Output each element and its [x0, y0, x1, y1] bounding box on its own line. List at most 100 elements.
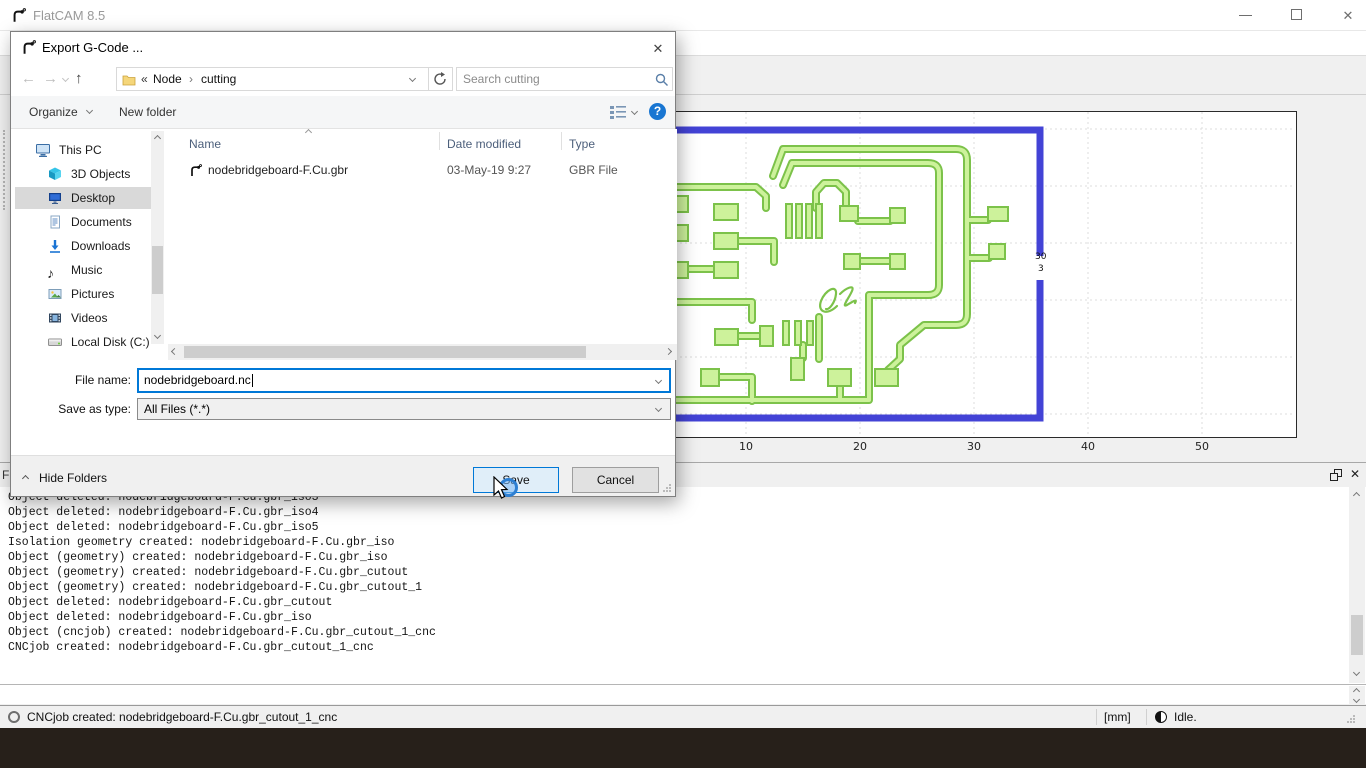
file-date-cell: 03-May-19 9:27: [447, 163, 532, 177]
file-row[interactable]: nodebridgeboard-F.Cu.gbr 03-May-19 9:27 …: [166, 161, 677, 181]
scroll-down-icon[interactable]: [153, 331, 162, 340]
console-line: Object deleted: nodebridgeboard-F.Cu.gbr…: [8, 611, 312, 624]
sidebar-item-pictures[interactable]: Pictures: [15, 283, 151, 305]
computer-icon: [36, 144, 50, 157]
breadcrumb-node[interactable]: Node: [153, 72, 182, 86]
column-separator[interactable]: [561, 132, 562, 150]
status-separator: [1096, 709, 1097, 725]
view-mode-icon[interactable]: [609, 104, 627, 120]
help-icon[interactable]: ?: [649, 103, 666, 120]
sidebar-item-videos[interactable]: Videos: [15, 307, 151, 329]
file-name-input[interactable]: nodebridgeboard.nc: [137, 368, 671, 393]
view-dropdown-icon[interactable]: [630, 107, 639, 116]
column-separator[interactable]: [439, 132, 440, 150]
dialog-resize-grip[interactable]: [662, 483, 672, 493]
dialog-bottom-bar: Hide Folders Save Cancel: [11, 455, 675, 496]
console-line: Object deleted: nodebridgeboard-F.Cu.gbr…: [8, 506, 319, 519]
scrollbar-thumb[interactable]: [152, 246, 163, 294]
minimize-button[interactable]: [1223, 0, 1269, 31]
console-output: Object deleted: nodebridgeboard-F.Cu.gbr…: [0, 487, 1366, 684]
status-separator: [1146, 709, 1147, 725]
sidebar-item-desktop[interactable]: Desktop: [15, 187, 151, 209]
breadcrumb-cutting[interactable]: cutting: [201, 72, 236, 86]
folder-icon: [122, 75, 136, 86]
file-name-cell: nodebridgeboard-F.Cu.gbr: [208, 163, 349, 177]
sidebar-item-local-disk[interactable]: Local Disk (C:): [15, 331, 151, 353]
scrollbar-thumb[interactable]: [184, 346, 586, 358]
address-dropdown-icon[interactable]: [408, 74, 417, 83]
flatcam-app-icon: [10, 8, 26, 24]
column-header-type[interactable]: Type: [569, 137, 595, 151]
scroll-up-icon[interactable]: [1352, 687, 1361, 696]
list-horizontal-scrollbar[interactable]: [168, 344, 677, 360]
save-type-combo[interactable]: All Files (*.*): [137, 398, 671, 420]
close-button[interactable]: ✕: [1325, 0, 1366, 31]
left-dock-handle: [3, 130, 5, 210]
cancel-button[interactable]: Cancel: [572, 467, 659, 493]
console-line: Isolation geometry created: nodebridgebo…: [8, 536, 395, 549]
save-type-dropdown-icon[interactable]: [654, 404, 663, 413]
console-line: Object deleted: nodebridgeboard-F.Cu.gbr…: [8, 521, 319, 534]
sidebar-item-documents[interactable]: Documents: [15, 211, 151, 233]
search-input[interactable]: [461, 70, 646, 88]
music-icon: ♪: [47, 265, 54, 281]
document-icon: [50, 215, 60, 229]
dialog-command-bar: Organize New folder ?: [11, 96, 675, 129]
x-tick-50: 50: [1195, 440, 1209, 453]
export-gcode-dialog: Export G-Code ... ✕ ← → ↑ « Node › cutti…: [10, 31, 677, 497]
scroll-up-icon[interactable]: [1352, 491, 1361, 500]
address-bar[interactable]: « Node › cutting: [116, 67, 429, 91]
cutout-gap-label-1: 30: [1035, 252, 1047, 262]
breadcrumb-prefix[interactable]: «: [141, 72, 148, 86]
input-scrollbar[interactable]: [1349, 686, 1365, 704]
scroll-down-icon[interactable]: [1352, 695, 1361, 704]
file-type-cell: GBR File: [569, 163, 618, 177]
screen: FlatCAM 8.5 ✕ 0.1 0.1 0.05: [0, 0, 1366, 768]
sidebar-item-music[interactable]: ♪ Music: [15, 259, 151, 281]
sidebar-item-3d-objects[interactable]: 3D Objects: [15, 163, 151, 185]
picture-icon: [48, 289, 62, 299]
dialog-nav-row: ← → ↑ « Node › cutting: [11, 63, 675, 96]
scrollbar-thumb[interactable]: [1351, 615, 1363, 655]
x-tick-40: 40: [1081, 440, 1095, 453]
refresh-button[interactable]: [429, 67, 453, 91]
main-titlebar: FlatCAM 8.5 ✕: [0, 0, 1366, 31]
status-message: CNCjob created: nodebridgeboard-F.Cu.gbr…: [27, 710, 338, 724]
sidebar-scrollbar[interactable]: [151, 131, 164, 344]
up-icon[interactable]: ↑: [75, 70, 83, 87]
dialog-sidebar: This PC 3D Objects Desktop Documents Dow…: [11, 129, 164, 349]
resize-grip[interactable]: [1346, 714, 1356, 724]
status-bar: CNCjob created: nodebridgeboard-F.Cu.gbr…: [0, 705, 1366, 728]
close-dock-icon[interactable]: ✕: [1350, 467, 1360, 481]
history-dropdown-icon[interactable]: [61, 74, 70, 83]
save-type-row: Save as type: All Files (*.*): [11, 398, 675, 426]
forward-icon[interactable]: →: [43, 70, 58, 87]
console-command-input[interactable]: [0, 684, 1366, 704]
column-header-name[interactable]: Name: [189, 137, 221, 151]
dialog-flatcam-icon: [20, 40, 36, 56]
console-scrollbar[interactable]: [1349, 487, 1365, 683]
sidebar-item-downloads[interactable]: Downloads: [15, 235, 151, 257]
maximize-button[interactable]: [1274, 0, 1320, 31]
text-caret: [252, 374, 253, 387]
column-header-date[interactable]: Date modified: [447, 137, 521, 151]
organize-button[interactable]: Organize: [29, 105, 78, 119]
dialog-close-icon[interactable]: ✕: [649, 40, 667, 58]
scroll-down-icon[interactable]: [1352, 668, 1361, 677]
search-icon[interactable]: [655, 73, 669, 87]
console-line: Object deleted: nodebridgeboard-F.Cu.gbr…: [8, 596, 333, 609]
x-tick-10: 10: [739, 440, 753, 453]
console-dock-clipped-title: F: [2, 468, 10, 482]
back-icon[interactable]: ←: [21, 70, 36, 87]
file-name-dropdown-icon[interactable]: [654, 376, 663, 385]
scroll-up-icon[interactable]: [153, 134, 162, 143]
sort-ascending-icon: [304, 128, 313, 137]
float-dock-icon[interactable]: [1330, 469, 1343, 482]
scroll-left-icon[interactable]: [170, 347, 179, 356]
new-folder-button[interactable]: New folder: [119, 105, 176, 119]
hide-folders-button[interactable]: Hide Folders: [39, 471, 107, 485]
scroll-right-icon[interactable]: [664, 347, 673, 356]
dialog-title: Export G-Code ...: [42, 40, 144, 55]
taskbar: e W: [0, 728, 1366, 768]
sidebar-item-this-pc[interactable]: This PC: [15, 139, 151, 161]
